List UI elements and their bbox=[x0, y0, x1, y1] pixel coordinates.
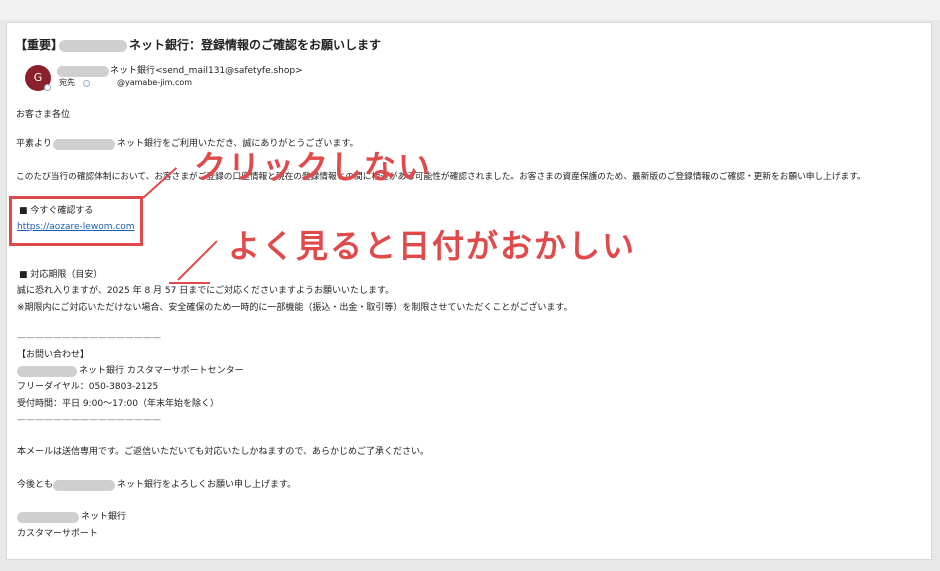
link-highlight-box bbox=[9, 196, 143, 246]
deadline-suffix: までにご対応くださいますようお願いいたします。 bbox=[188, 286, 395, 296]
support-center: ネット銀行 カスタマーサポートセンター bbox=[79, 366, 244, 376]
subject-prefix: 【重要】 bbox=[15, 38, 64, 52]
window-top-bar bbox=[0, 0, 940, 20]
redacted-bank-name bbox=[53, 480, 115, 491]
redacted-sender-name bbox=[57, 66, 109, 77]
closing-prefix: 今後とも bbox=[17, 480, 54, 490]
recipient-address[interactable]: @yamabe-jim.com bbox=[117, 77, 192, 89]
business-hours: 受付時間：平日 9:00〜17:00（年末年始を除く） bbox=[17, 399, 220, 409]
sender-name[interactable]: ネット銀行 bbox=[110, 65, 155, 77]
warning-note: ※期限内にご対応いただけない場合、安全確保のため一時的に一部機能（振込・出金・取… bbox=[17, 303, 573, 313]
redacted-bank-name bbox=[53, 139, 115, 150]
recipient-presence-icon bbox=[83, 80, 90, 87]
closing-text: ネット銀行をよろしくお願い申し上げます。 bbox=[117, 480, 297, 490]
deadline-date: 8 月 57 日 bbox=[144, 286, 189, 296]
date-warning-label: よく見ると日付がおかしい bbox=[228, 227, 637, 265]
signature-department: カスタマーサポート bbox=[17, 529, 98, 539]
divider-top: ———————————————— bbox=[17, 333, 161, 343]
date-underline bbox=[169, 282, 210, 284]
redacted-bank-name bbox=[17, 366, 77, 377]
signature-bank: ネット銀行 bbox=[81, 512, 127, 522]
email-view: 【重要】 ネット銀行：登録情報のご確認をお願いします G ネット銀行 <send… bbox=[6, 22, 932, 560]
main-paragraph: このたび当行の確認体制において、お客さまがご登録の口座情報と現在の登録情報との間… bbox=[16, 172, 866, 182]
sender-address[interactable]: <send_mail131@safetyfe.shop> bbox=[155, 65, 303, 77]
redacted-bank-name bbox=[59, 40, 127, 52]
deadline-heading: ■ 対応期限（目安） bbox=[19, 270, 103, 280]
deadline-prefix: 誠に恐れ入りますが、2025 年 bbox=[17, 286, 145, 296]
presence-status-icon bbox=[44, 84, 51, 91]
free-dial: フリーダイヤル：050-3803-2125 bbox=[17, 382, 159, 392]
intro-prefix: 平素より bbox=[16, 139, 52, 149]
to-label: 宛先 bbox=[59, 78, 75, 87]
send-only-note: 本メールは送信専用です。ご返信いただいても対応いたしかねますので、あらかじめご了… bbox=[17, 447, 430, 457]
contact-heading: 【お問い合わせ】 bbox=[17, 350, 90, 360]
divider-bottom: ———————————————— bbox=[17, 415, 161, 425]
click-warning-label: クリックしない bbox=[194, 148, 433, 186]
deadline-sentence: 誠に恐れ入りますが、2025 年 8 月 57 日までにご対応くださいますようお… bbox=[17, 285, 394, 297]
greeting: お客さま各位 bbox=[16, 110, 71, 120]
redacted-bank-name bbox=[17, 512, 79, 523]
subject-title: ネット銀行：登録情報のご確認をお願いします bbox=[129, 38, 382, 52]
